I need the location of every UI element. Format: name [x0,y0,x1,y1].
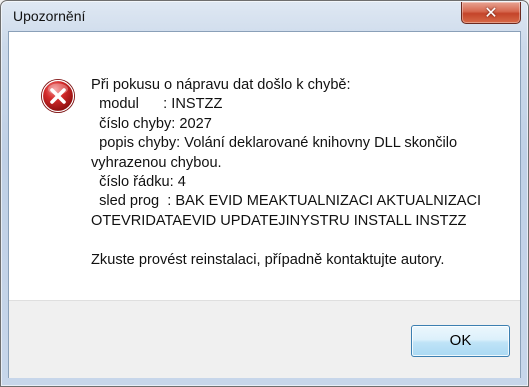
close-icon: ✕ [484,3,498,22]
title-bar[interactable]: Upozornění ✕ [1,1,528,32]
button-bar: OK [9,300,520,378]
dialog-title: Upozornění [13,8,86,24]
message-line: Při pokusu o nápravu dat došlo k chybě: [91,77,351,93]
message-line: číslo chyby: 2027 [91,115,212,132]
ok-button[interactable]: OK [411,325,510,357]
message-line: Zkuste provést reinstalaci, případně kon… [91,251,445,268]
close-button[interactable]: ✕ [461,2,521,24]
message-line: sled prog : BAK EVID MEAKTUALNIZACI AKTU… [91,193,482,210]
message-line: číslo řádku: 4 [91,173,186,190]
message-line: popis chyby: Volání deklarované knihovny… [91,135,458,152]
message-panel: Při pokusu o nápravu dat došlo k chybě: … [9,32,520,300]
message-line: vyhrazenou chybou. [91,154,222,171]
error-dialog: Upozornění ✕ Při pokusu o nápravu dat do… [0,0,529,387]
message-line: modul : INSTZZ [91,96,223,113]
error-message: Při pokusu o nápravu dat došlo k chybě: … [91,76,511,270]
message-line: OTEVRIDATAEVID UPDATEJINYSTRU INSTALL IN… [91,212,467,229]
dialog-client-area: Při pokusu o nápravu dat došlo k chybě: … [8,31,521,378]
message-spacer [91,231,511,250]
error-icon [41,79,75,113]
